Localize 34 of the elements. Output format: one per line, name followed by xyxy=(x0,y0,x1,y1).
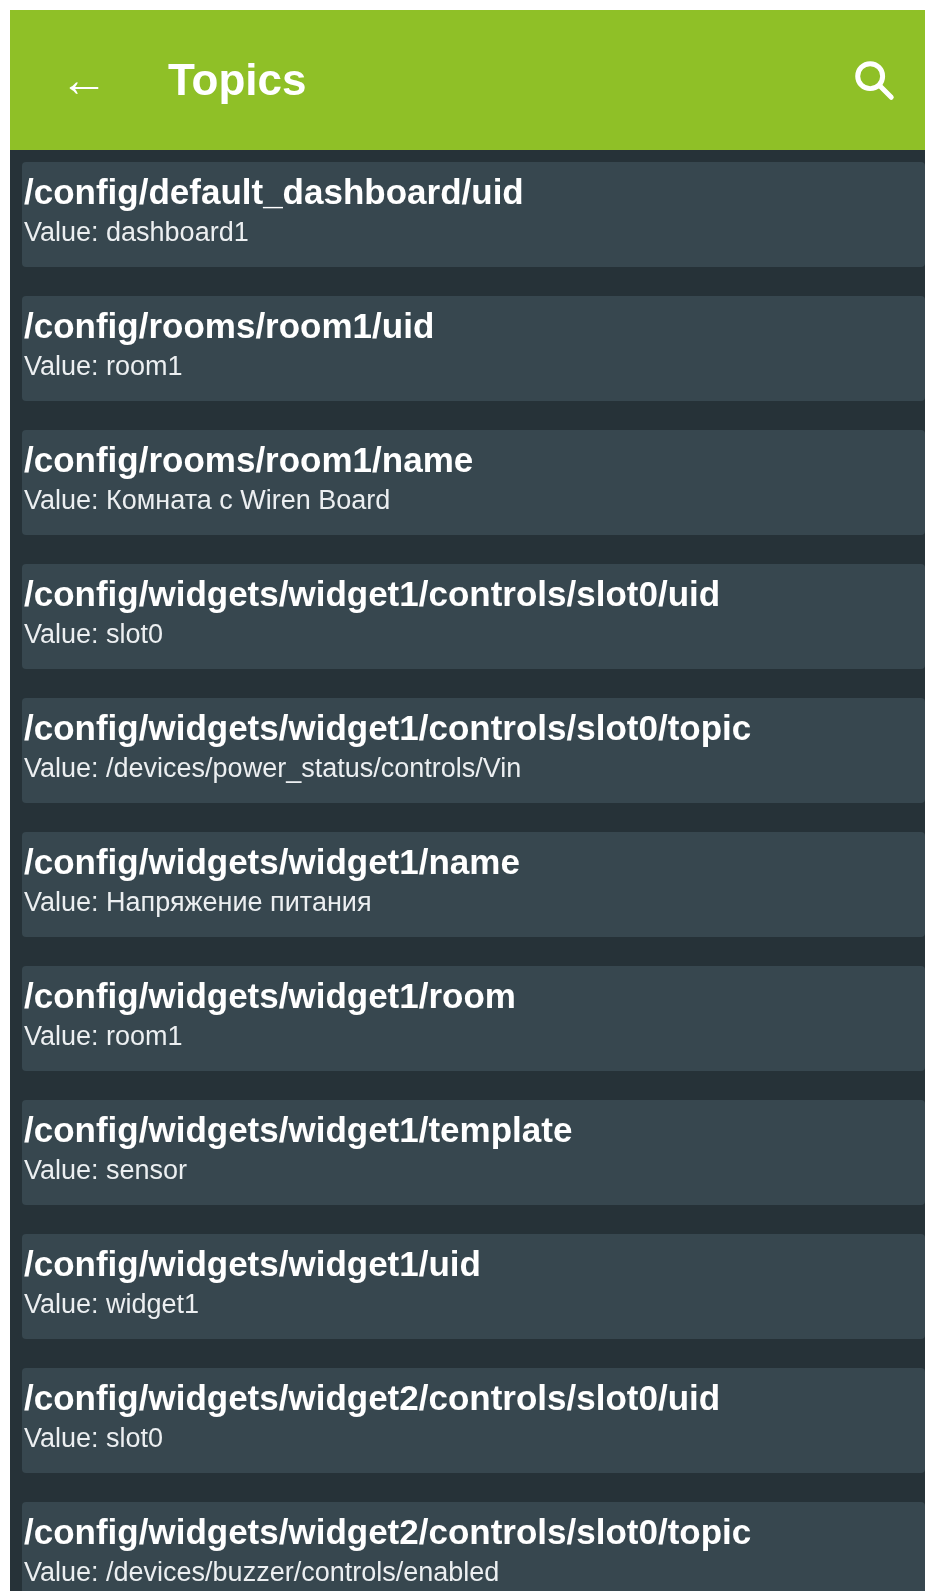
topic-value: Value: /devices/buzzer/controls/enabled xyxy=(24,1556,501,1589)
topic-card[interactable]: /config/widgets/widget1/controls/slot0/uid Value: slot0 xyxy=(22,564,925,669)
topic-path: /config/widgets/widget1/room xyxy=(24,975,517,1017)
topic-value: Value: slot0 xyxy=(24,1422,165,1455)
topic-value: Value: Напряжение питания xyxy=(24,886,373,919)
topic-path: /config/widgets/widget2/controls/slot0/uid xyxy=(24,1377,722,1419)
topic-path: /config/widgets/widget1/name xyxy=(24,841,521,883)
topic-value: Value: dashboard1 xyxy=(24,216,250,249)
topic-card[interactable]: /config/widgets/widget2/controls/slot0/topic Value: /devices/buzzer/controls/enabled xyxy=(22,1502,925,1591)
topic-card[interactable]: /config/widgets/widget1/room Value: room1 xyxy=(22,966,925,1071)
topic-value: Value: widget1 xyxy=(24,1288,201,1321)
topic-value: Value: /devices/power_status/controls/Vin xyxy=(24,752,523,785)
topic-card[interactable]: /config/widgets/widget2/controls/slot0/uid Value: slot0 xyxy=(22,1368,925,1473)
topic-path: /config/widgets/widget1/template xyxy=(24,1109,574,1151)
topic-card[interactable]: /config/widgets/widget1/uid Value: widget1 xyxy=(22,1234,925,1339)
screen-title: Topics xyxy=(168,54,307,106)
topic-path: /config/widgets/widget1/controls/slot0/topic xyxy=(24,707,753,749)
topic-path: /config/rooms/room1/uid xyxy=(24,305,436,347)
topic-card[interactable]: /config/default_dashboard/uid Value: dashboard1 xyxy=(22,162,925,267)
topic-value: Value: sensor xyxy=(24,1154,189,1187)
topic-value: Value: Комната с Wiren Board xyxy=(24,484,392,517)
topic-path: /config/rooms/room1/name xyxy=(24,439,475,481)
topic-path: /config/widgets/widget2/controls/slot0/topic xyxy=(24,1511,753,1553)
topic-value: Value: slot0 xyxy=(24,618,165,651)
topic-value: Value: room1 xyxy=(24,1020,184,1053)
topic-card[interactable]: /config/widgets/widget1/template Value: sensor xyxy=(22,1100,925,1205)
topic-path: /config/widgets/widget1/controls/slot0/uid xyxy=(24,573,722,615)
topic-card[interactable]: /config/widgets/widget1/name Value: Напряжение питания xyxy=(22,832,925,937)
topic-value: Value: room1 xyxy=(24,350,184,383)
topic-card[interactable]: /config/widgets/widget1/controls/slot0/topic Value: /devices/power_status/controls/Vin xyxy=(22,698,925,803)
topic-path: /config/widgets/widget1/uid xyxy=(24,1243,482,1285)
topic-path: /config/default_dashboard/uid xyxy=(24,171,525,213)
topic-card[interactable]: /config/rooms/room1/name Value: Комната с Wiren Board xyxy=(22,430,925,535)
topic-card[interactable]: /config/rooms/room1/uid Value: room1 xyxy=(22,296,925,401)
